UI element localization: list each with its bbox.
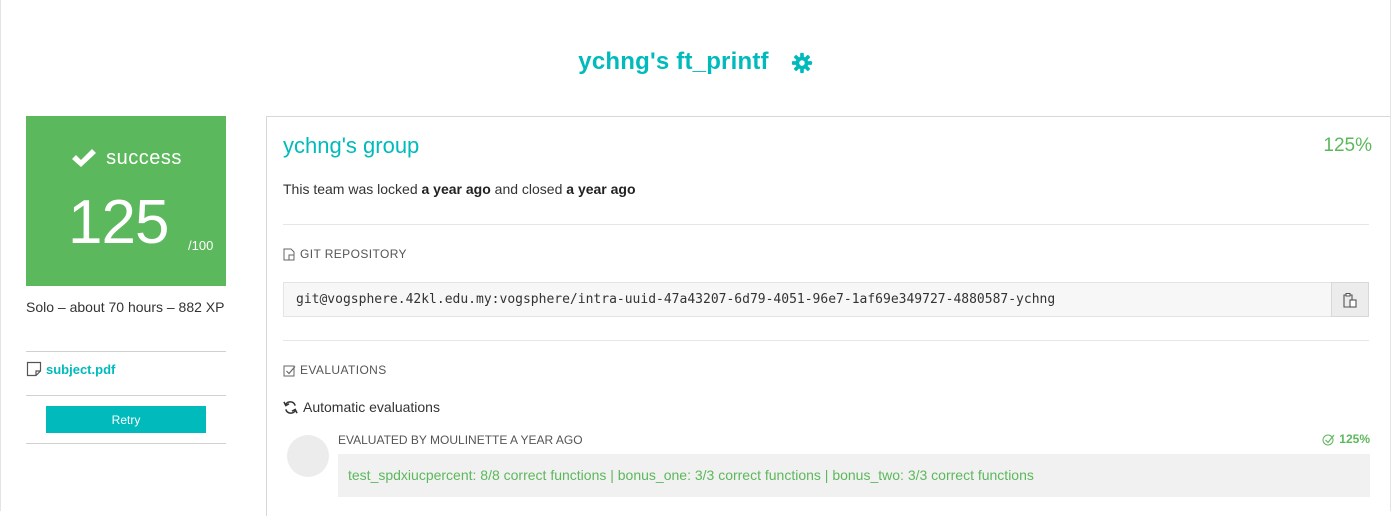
evaluations-section-title: EVALUATIONS xyxy=(300,363,387,377)
copy-icon xyxy=(1342,292,1358,308)
group-name[interactable]: ychng's group xyxy=(283,133,419,159)
repo-url[interactable]: git@vogsphere.42kl.edu.my:vogsphere/intr… xyxy=(296,292,1055,307)
divider xyxy=(283,224,1369,225)
divider xyxy=(26,395,226,396)
divider xyxy=(283,340,1369,341)
evaluation-result-box: test_spdxiucpercent: 8/8 correct functio… xyxy=(338,454,1370,497)
evaluations-section-label: EVALUATIONS xyxy=(283,363,387,377)
retry-button[interactable]: Retry xyxy=(46,406,206,433)
lock-prefix: This team was locked xyxy=(283,181,422,197)
repo-box[interactable]: git@vogsphere.42kl.edu.my:vogsphere/intr… xyxy=(283,282,1369,317)
page-title: ychng's ft_printf xyxy=(578,48,769,75)
subject-link[interactable]: subject.pdf xyxy=(46,362,115,377)
status-row: success xyxy=(26,146,226,170)
score-card: success 125 /100 xyxy=(26,116,226,286)
avatar xyxy=(287,435,329,477)
score-max: /100 xyxy=(188,238,214,253)
lock-info: This team was locked a year ago and clos… xyxy=(283,181,636,197)
locked-when: a year ago xyxy=(421,181,491,197)
divider xyxy=(26,443,226,444)
copy-button[interactable] xyxy=(1331,282,1369,317)
check-circle-icon xyxy=(1322,433,1335,446)
evaluation-score: 125% xyxy=(1322,432,1370,446)
evaluation-result-text: test_spdxiucpercent: 8/8 correct functio… xyxy=(348,467,1034,483)
lock-middle: and closed xyxy=(490,181,567,197)
check-icon xyxy=(70,146,98,170)
automatic-evaluations-label: Automatic evaluations xyxy=(303,399,440,415)
team-panel: ychng's group 125% This team was locked … xyxy=(266,116,1390,516)
evaluation-score-value: 125% xyxy=(1339,432,1370,446)
git-section-title: GIT REPOSITORY xyxy=(300,247,407,261)
file-icon xyxy=(26,361,42,377)
divider xyxy=(26,351,226,352)
subject-row[interactable]: subject.pdf xyxy=(26,361,115,377)
git-section-label: GIT REPOSITORY xyxy=(283,247,407,261)
git-icon xyxy=(283,248,296,261)
group-percent: 125% xyxy=(1323,135,1372,156)
closed-when: a year ago xyxy=(566,181,636,197)
score-value: 125 xyxy=(68,188,169,257)
project-meta: Solo – about 70 hours – 882 XP xyxy=(26,299,225,315)
refresh-icon xyxy=(283,400,298,415)
gear-icon[interactable] xyxy=(791,52,813,74)
title-row: ychng's ft_printf xyxy=(0,48,1391,76)
evaluator-label: EVALUATED BY MOULINETTE A YEAR AGO xyxy=(338,433,583,447)
automatic-evaluations-row: Automatic evaluations xyxy=(283,399,440,415)
status-label: success xyxy=(106,146,182,169)
checkbox-icon xyxy=(283,364,296,377)
